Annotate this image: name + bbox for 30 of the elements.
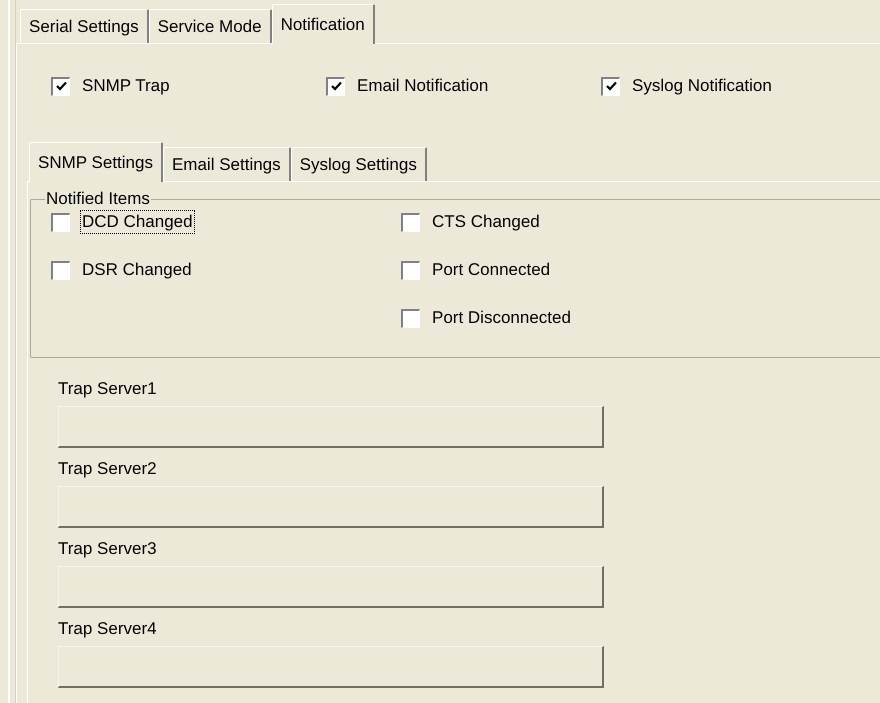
checkbox-label: DCD Changed [80,210,195,234]
checkbox-label: Syslog Notification [631,75,773,97]
tab[interactable]: SNMP Settings [29,142,163,182]
checkbox[interactable] [601,76,620,96]
tab[interactable]: Syslog Settings [290,147,427,181]
checkmark-icon [606,81,616,92]
checkbox-label: DSR Changed [81,259,193,281]
tab[interactable]: Notification [272,4,375,44]
field-label: Trap Server1 [58,378,158,400]
checkbox[interactable] [401,308,420,328]
field-label: Trap Server3 [58,538,158,560]
tab[interactable]: Email Settings [162,147,291,181]
checkmark-icon [330,81,342,92]
field-label: Trap Server2 [58,458,158,480]
checkbox[interactable] [51,212,70,232]
group-title: Notified Items [45,190,151,208]
checkbox[interactable] [51,76,70,96]
checkbox-label: CTS Changed [431,211,541,233]
tab[interactable]: Serial Settings [20,9,149,43]
field-label: Trap Server4 [58,618,158,640]
checkbox[interactable] [326,76,345,96]
checkmark-icon [56,81,66,92]
checkbox-label: Email Notification [356,75,490,97]
checkbox-label: SNMP Trap [81,75,171,97]
checkbox[interactable] [51,260,70,280]
tab[interactable]: Service Mode [148,9,272,43]
checkbox[interactable] [401,212,420,232]
checkbox-label: Port Disconnected [431,307,572,329]
checkbox-label: Port Connected [431,259,552,281]
checkbox[interactable] [401,260,420,280]
